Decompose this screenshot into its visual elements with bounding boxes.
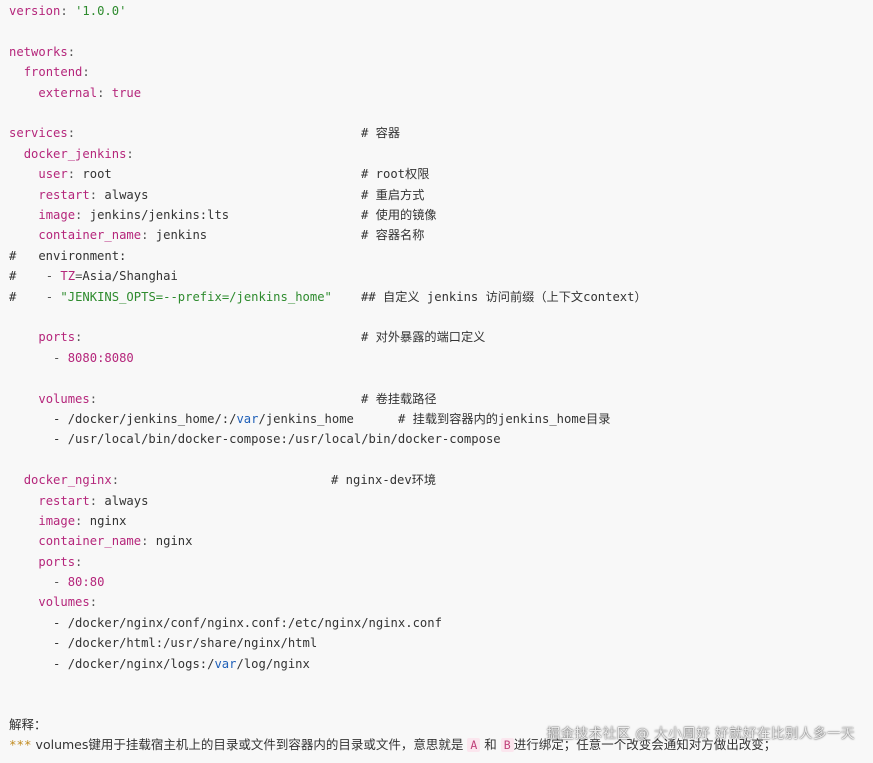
code-line-nginx-volume-1: - /docker/nginx/conf/nginx.conf:/etc/ngi… [53, 616, 442, 630]
code-line-tz: # - TZ=Asia/Shanghai [9, 269, 178, 283]
code-line-docker-jenkins: docker_jenkins: [23, 147, 134, 161]
code-line-ports: ports: [38, 330, 83, 344]
code-comment: # 容器 [361, 126, 401, 140]
code-comment: # 重启方式 [361, 188, 425, 202]
yaml-key: image [38, 514, 76, 528]
yaml-value: jenkins/jenkins:lts [89, 208, 230, 222]
code-line-networks: networks: [9, 45, 76, 59]
code-line-docker-nginx: docker_nginx: [23, 473, 120, 487]
yaml-key: image [38, 208, 76, 222]
code-line-nginx-container-name: container_name: nginx [38, 534, 193, 548]
yaml-key: user [38, 167, 68, 181]
code-line-version: version: '1.0.0' [9, 4, 127, 18]
note-stars: *** [9, 737, 32, 752]
code-line-nginx-volume-3: - /docker/nginx/logs:/var/log/nginx [53, 657, 310, 671]
code-line-services: services: [9, 126, 76, 140]
code-comment: # 对外暴露的端口定义 [361, 330, 486, 344]
code-comment: # nginx-dev环境 [331, 473, 437, 487]
code-line-nginx-port-mapping: - 80:80 [53, 575, 105, 589]
note-heading: 解释： [9, 717, 47, 732]
code-line-environment: # environment: [9, 249, 127, 263]
code-line-volume-2: - /usr/local/bin/docker-compose:/usr/loc… [53, 432, 501, 446]
yaml-number: 8080:8080 [67, 351, 134, 365]
code-comment: # 卷挂载路径 [361, 392, 437, 406]
yaml-key: restart [38, 494, 90, 508]
yaml-value: always [104, 188, 149, 202]
yaml-key: version [9, 4, 61, 18]
code-line-nginx-restart: restart: always [38, 494, 149, 508]
yaml-key: TZ [60, 269, 76, 283]
yaml-key: docker_jenkins [23, 147, 127, 161]
yaml-value: root [82, 167, 112, 181]
code-comment: # 挂载到容器内的jenkins_home目录 [398, 412, 611, 426]
code-comment: # 使用的镜像 [361, 208, 437, 222]
yaml-key: frontend [23, 65, 83, 79]
yaml-key: container_name [38, 534, 142, 548]
yaml-number: 80:80 [67, 575, 105, 589]
yaml-key: ports [38, 330, 76, 344]
code-line-nginx-ports: ports: [38, 555, 83, 569]
code-line-restart: restart: always [38, 188, 149, 202]
code-line-nginx-volume-2: - /docker/html:/usr/share/nginx/html [53, 636, 318, 650]
yaml-string: "JENKINS_OPTS=--prefix=/jenkins_home" [60, 290, 332, 304]
yaml-key: networks [9, 45, 68, 59]
inline-code-a: A [467, 738, 481, 752]
code-line-user: user: root [38, 167, 112, 181]
yaml-key: ports [38, 555, 76, 569]
watermark: 掘金技术社区 @ 大小周好 好就好在比别人多一天 [546, 726, 855, 742]
code-line-volume-1: - /docker/jenkins_home/:/var/jenkins_hom… [53, 412, 354, 426]
yaml-key: volumes [38, 392, 90, 406]
code-line-image: image: jenkins/jenkins:lts [38, 208, 230, 222]
code-line-port-mapping: - 8080:8080 [53, 351, 134, 365]
yaml-string: '1.0.0' [75, 4, 127, 18]
code-document: version: '1.0.0' networks: frontend: ext… [0, 0, 873, 763]
yaml-boolean: true [111, 86, 142, 100]
code-comment: ## 自定义 jenkins 访问前缀（上下文context） [361, 290, 647, 304]
yaml-key: container_name [38, 228, 142, 242]
code-line-nginx-volumes: volumes: [38, 595, 98, 609]
yaml-key: restart [38, 188, 90, 202]
code-line-container-name: container_name: jenkins [38, 228, 208, 242]
code-comment: # 容器名称 [361, 228, 425, 242]
yaml-value: Asia/Shanghai [82, 269, 178, 283]
yaml-key: volumes [38, 595, 90, 609]
yaml-key: services [9, 126, 68, 140]
code-line-volumes: volumes: [38, 392, 98, 406]
yaml-key: docker_nginx [23, 473, 112, 487]
code-line-nginx-image: image: nginx [38, 514, 127, 528]
inline-code-b: B [500, 738, 514, 752]
yaml-key: external [38, 86, 98, 100]
code-line-external: external: true [38, 86, 142, 100]
yaml-value: jenkins [155, 228, 208, 242]
code-line-jenkins-opts: # - "JENKINS_OPTS=--prefix=/jenkins_home… [9, 290, 332, 304]
code-comment: # root权限 [361, 167, 430, 181]
code-line-frontend: frontend: [23, 65, 90, 79]
